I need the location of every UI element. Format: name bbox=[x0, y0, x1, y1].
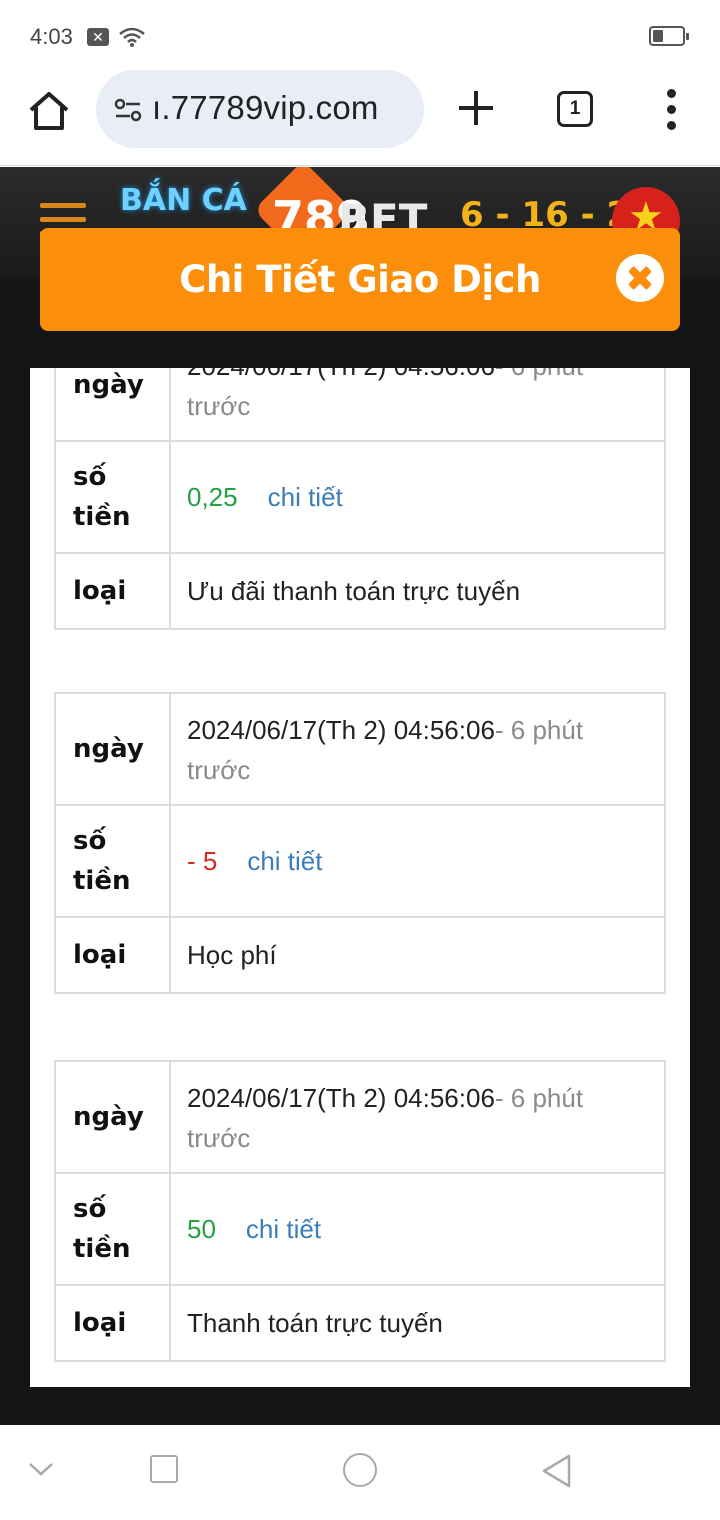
date-value: 2024/06/17(Th 2) 04:56:06- 6 phút trước bbox=[171, 1062, 664, 1172]
transaction-card: ngày 2024/06/17(Th 2) 04:56:06- 6 phút t… bbox=[54, 368, 666, 630]
site-settings-icon[interactable] bbox=[112, 94, 144, 126]
amount-text: 0,25 bbox=[187, 482, 238, 512]
type-value: Thanh toán trực tuyến bbox=[187, 1308, 443, 1338]
date-label: ngày bbox=[56, 694, 171, 804]
system-nav-bar bbox=[0, 1425, 720, 1520]
type-label: loại bbox=[56, 1286, 171, 1360]
notification-icon: ✕ bbox=[87, 28, 109, 46]
amount-row: số tiền 0,25 chi tiết bbox=[56, 442, 664, 554]
modal-title: Chi Tiết Giao Dịch bbox=[179, 258, 541, 301]
type-row: loại Học phí bbox=[56, 918, 664, 992]
date-label: ngày bbox=[56, 368, 171, 440]
home-nav-icon[interactable] bbox=[343, 1453, 377, 1487]
type-value: Ưu đãi thanh toán trực tuyến bbox=[187, 576, 521, 606]
amount-value: 0,25 chi tiết bbox=[171, 442, 664, 552]
battery-icon bbox=[649, 26, 689, 46]
browser-toolbar: ı.77789vip.com 1 bbox=[0, 70, 720, 166]
url-text[interactable]: ı.77789vip.com bbox=[152, 89, 379, 127]
type-label: loại bbox=[56, 554, 171, 628]
date-value: 2024/06/17(Th 2) 04:56:06- 6 phút trước bbox=[171, 368, 664, 440]
status-time: 4:03 bbox=[30, 24, 73, 49]
back-icon[interactable] bbox=[540, 1453, 572, 1489]
amount-label: số tiền bbox=[56, 1174, 171, 1284]
wifi-icon bbox=[119, 27, 145, 47]
amount-text: - 5 bbox=[187, 846, 218, 876]
type-value: Học phí bbox=[187, 940, 277, 970]
amount-text: 50 bbox=[187, 1214, 216, 1244]
date-row: ngày 2024/06/17(Th 2) 04:56:06- 6 phút t… bbox=[56, 1062, 664, 1174]
address-bar[interactable]: ı.77789vip.com bbox=[96, 70, 424, 148]
detail-link[interactable]: chi tiết bbox=[247, 841, 322, 881]
date-text: 2024/06/17(Th 2) 04:56:06 bbox=[187, 368, 495, 381]
type-row: loại Ưu đãi thanh toán trực tuyến bbox=[56, 554, 664, 628]
detail-link[interactable]: chi tiết bbox=[246, 1209, 321, 1249]
transaction-list[interactable]: ngày 2024/06/17(Th 2) 04:56:06- 6 phút t… bbox=[30, 368, 690, 1387]
amount-value: - 5 chi tiết bbox=[171, 806, 664, 916]
date-text: 2024/06/17(Th 2) 04:56:06 bbox=[187, 1083, 495, 1113]
detail-link[interactable]: chi tiết bbox=[268, 477, 343, 517]
amount-row: số tiền 50 chi tiết bbox=[56, 1174, 664, 1286]
banner-fishing-text: BẮN CÁ bbox=[120, 183, 247, 218]
transaction-card: ngày 2024/06/17(Th 2) 04:56:06- 6 phút t… bbox=[54, 692, 666, 994]
amount-label: số tiền bbox=[56, 806, 171, 916]
transaction-card: ngày 2024/06/17(Th 2) 04:56:06- 6 phút t… bbox=[54, 1060, 666, 1362]
date-row: ngày 2024/06/17(Th 2) 04:56:06- 6 phút t… bbox=[56, 694, 664, 806]
status-bar: 4:03 ✕ bbox=[0, 0, 720, 70]
date-label: ngày bbox=[56, 1062, 171, 1172]
browser-menu-icon[interactable] bbox=[660, 89, 684, 131]
chevron-down-icon[interactable] bbox=[28, 1461, 54, 1477]
tab-switcher-button[interactable]: 1 bbox=[557, 91, 593, 127]
amount-label: số tiền bbox=[56, 442, 171, 552]
date-text: 2024/06/17(Th 2) 04:56:06 bbox=[187, 715, 495, 745]
type-label: loại bbox=[56, 918, 171, 992]
recent-apps-icon[interactable] bbox=[150, 1455, 178, 1483]
amount-row: số tiền - 5 chi tiết bbox=[56, 806, 664, 918]
date-value: 2024/06/17(Th 2) 04:56:06- 6 phút trước bbox=[171, 694, 664, 804]
type-row: loại Thanh toán trực tuyến bbox=[56, 1286, 664, 1360]
new-tab-icon[interactable] bbox=[456, 88, 496, 128]
close-icon[interactable] bbox=[616, 254, 664, 302]
modal-header: Chi Tiết Giao Dịch bbox=[40, 228, 680, 331]
home-icon[interactable] bbox=[26, 88, 72, 134]
amount-value: 50 chi tiết bbox=[171, 1174, 664, 1284]
date-row: ngày 2024/06/17(Th 2) 04:56:06- 6 phút t… bbox=[56, 368, 664, 442]
